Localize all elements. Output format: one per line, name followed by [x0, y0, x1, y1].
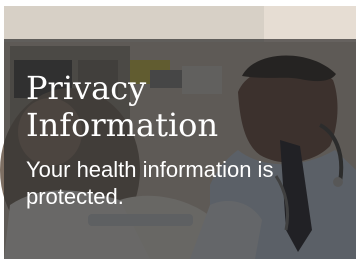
privacy-info-card: Privacy Information Your health informat…	[0, 0, 360, 263]
card-subtitle: Your health information is protected.	[26, 157, 274, 209]
card-title: Privacy Information	[26, 69, 219, 144]
